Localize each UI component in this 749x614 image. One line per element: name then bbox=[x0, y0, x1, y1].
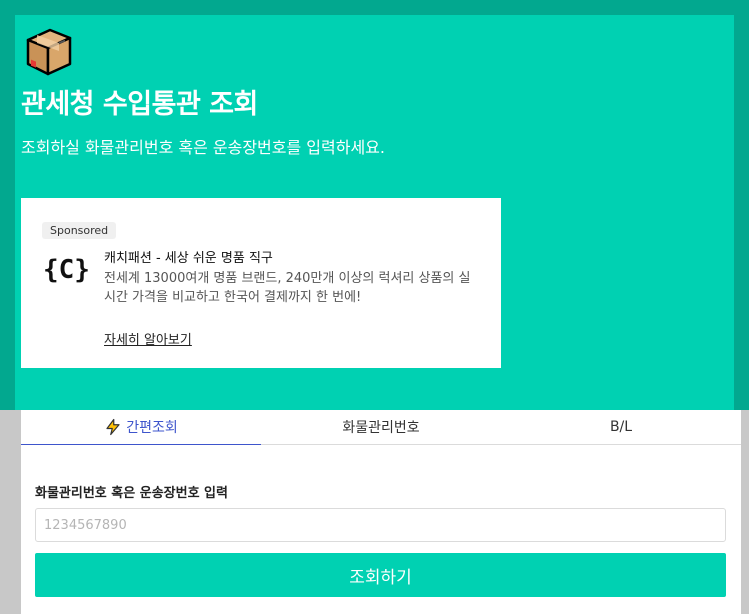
tab-cargo-number-label: 화물관리번호 bbox=[342, 420, 420, 436]
left-border bbox=[0, 0, 15, 410]
ad-title: 캐치패션 - 세상 쉬운 명품 직구 bbox=[104, 251, 273, 266]
page-title: 관세청 수입통관 조회 bbox=[21, 89, 258, 120]
tab-bl[interactable]: B/L bbox=[501, 410, 741, 444]
sponsored-ad-card[interactable]: Sponsored {C} 캐치패션 - 세상 쉬운 명품 직구 전세계 130… bbox=[21, 198, 501, 368]
catchfashion-logo-icon: {C} bbox=[43, 255, 90, 285]
tab-quick-lookup-label: 간편조회 bbox=[126, 420, 178, 436]
lightning-bolt-icon bbox=[106, 418, 120, 436]
page: 관세청 수입통관 조회 조회하실 화물관리번호 혹은 운송장번호를 입력하세요.… bbox=[0, 0, 749, 614]
ad-learn-more-link[interactable]: 자세히 알아보기 bbox=[104, 329, 192, 348]
lookup-panel: 간편조회 화물관리번호 B/L 화물관리번호 혹은 운송장번호 입력 조회하기 bbox=[21, 410, 741, 614]
tab-bar: 간편조회 화물관리번호 B/L bbox=[21, 410, 741, 445]
top-border bbox=[0, 0, 749, 15]
ad-description: 전세계 13000여개 명품 브랜드, 240만개 이상의 럭셔리 상품의 실시… bbox=[104, 271, 471, 305]
right-border bbox=[734, 0, 749, 410]
tracking-number-label: 화물관리번호 혹은 운송장번호 입력 bbox=[35, 486, 228, 501]
sponsored-badge: Sponsored bbox=[42, 222, 117, 239]
tab-cargo-number[interactable]: 화물관리번호 bbox=[261, 410, 501, 444]
search-button[interactable]: 조회하기 bbox=[35, 553, 726, 597]
package-box-icon bbox=[26, 28, 72, 76]
tracking-number-input[interactable] bbox=[35, 508, 726, 542]
page-subtitle: 조회하실 화물관리번호 혹은 운송장번호를 입력하세요. bbox=[21, 138, 385, 157]
tab-quick-lookup[interactable]: 간편조회 bbox=[21, 410, 261, 445]
tab-bl-label: B/L bbox=[609, 419, 633, 435]
